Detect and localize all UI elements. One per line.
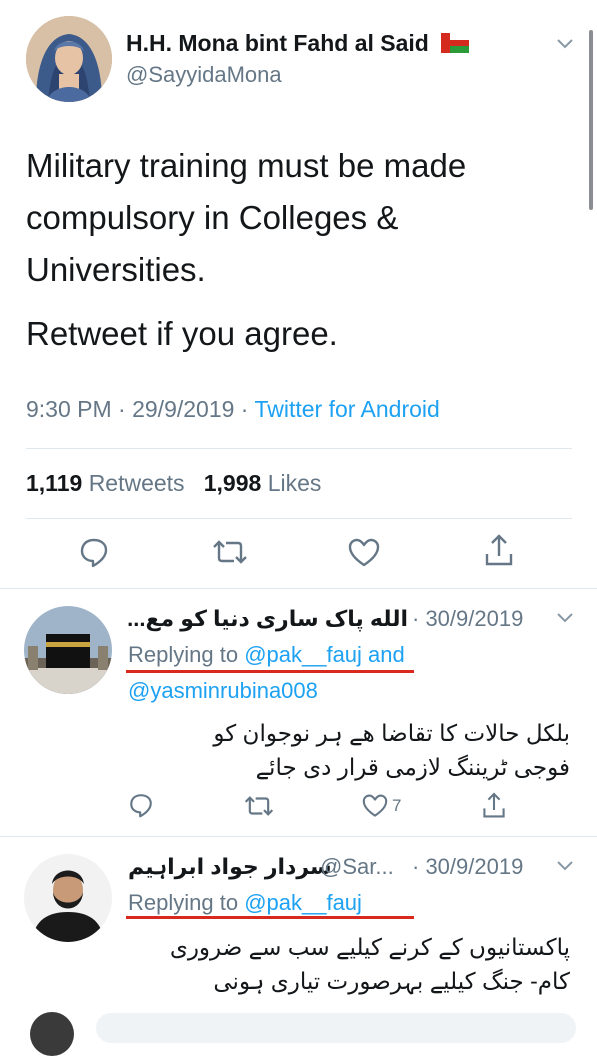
replying-to: Replying to @pak__fauj and — [128, 642, 405, 667]
reply-text-line1: پاکستانیوں کے کرنے کیلیے سب سے ضروری — [169, 934, 570, 960]
like-icon[interactable] — [348, 538, 380, 568]
oman-flag-icon — [441, 32, 470, 53]
divider — [26, 518, 572, 519]
replying-to: Replying to @pak__fauj — [128, 890, 362, 915]
like-count: 7 — [392, 796, 402, 815]
reply-author-handle[interactable]: @Sar... — [320, 854, 394, 880]
chevron-down-icon[interactable] — [556, 38, 574, 50]
chevron-down-icon[interactable] — [556, 612, 574, 624]
share-icon[interactable] — [482, 792, 506, 820]
tweet-meta: 9:30 PM · 29/9/2019 · Twitter for Androi… — [26, 396, 440, 423]
reply-text: پاکستانیوں کے کرنے کیلیے سب سے ضروری کام… — [128, 930, 570, 998]
reply-author-name[interactable]: سردار جواد ابراہیم — [128, 854, 332, 880]
reply-text-line2: کام- جنگ کیلیے بہرصورت تیاری ہونی — [213, 968, 570, 994]
scrollbar[interactable] — [589, 30, 593, 210]
retweets-stat[interactable]: 1,119 Retweets — [26, 470, 185, 496]
tweet-text-line1: Military training must be made compulsor… — [26, 147, 467, 288]
like-icon[interactable] — [362, 794, 388, 818]
compose-avatar[interactable] — [30, 1012, 74, 1056]
mention-link[interactable]: @yasminrubina008 — [128, 678, 318, 703]
author-avatar[interactable] — [26, 16, 112, 102]
reply-icon[interactable] — [78, 536, 110, 568]
annotation-underline — [126, 916, 414, 919]
reply-compose-input[interactable] — [96, 1013, 576, 1043]
tweet-time: 9:30 PM · 29/9/2019 · — [26, 396, 255, 422]
annotation-underline — [126, 670, 414, 673]
separator — [0, 588, 597, 589]
author-handle[interactable]: @SayyidaMona — [126, 62, 282, 88]
divider — [26, 448, 572, 449]
reply-date: · 30/9/2019 — [412, 606, 524, 631]
reply-date: · 30/9/2019 — [412, 854, 524, 879]
likes-stat[interactable]: 1,998 Likes — [204, 470, 322, 496]
replying-to-continued: @yasminrubina008 — [128, 678, 318, 704]
reply-text: بلکل حالات کا تقاضا ھے ہر نوجوان کو فوجی… — [128, 716, 570, 784]
tweet-text-line2: Retweet if you agree. — [26, 315, 338, 352]
reply-author-name[interactable]: الله پاک ساری دنیا کو مع... — [127, 606, 408, 632]
mention-link[interactable]: @pak__fauj — [244, 890, 362, 915]
share-icon[interactable] — [484, 534, 514, 568]
mention-link[interactable]: @pak__fauj and — [244, 642, 405, 667]
reply-avatar[interactable] — [24, 854, 112, 942]
retweet-icon[interactable] — [212, 538, 248, 566]
retweet-icon[interactable] — [244, 794, 274, 818]
reply-icon[interactable] — [128, 792, 154, 818]
chevron-down-icon[interactable] — [556, 860, 574, 872]
tweet-text: Military training must be made compulsor… — [26, 140, 566, 360]
reply-text-line1: بلکل حالات کا تقاضا ھے ہر نوجوان کو — [213, 720, 570, 746]
tweet-stats: 1,119 Retweets 1,998 Likes — [26, 470, 321, 497]
separator — [0, 836, 597, 837]
reply-text-line2: فوجی ٹریننگ لازمی قرار دی جائے — [255, 754, 570, 780]
reply-avatar[interactable] — [24, 606, 112, 694]
tweet-source-link[interactable]: Twitter for Android — [254, 396, 439, 422]
author-name[interactable]: H.H. Mona bint Fahd al Said — [126, 30, 470, 57]
